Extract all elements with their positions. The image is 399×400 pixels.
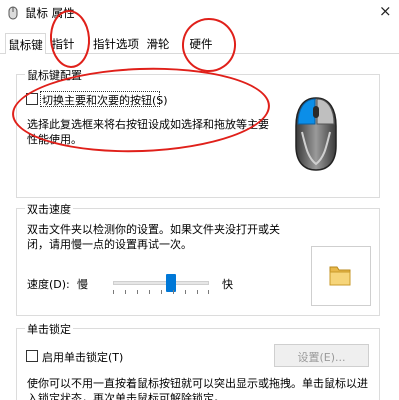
click-lock-checkbox[interactable]	[26, 350, 38, 362]
tab-wheel[interactable]: 滑轮	[143, 33, 173, 54]
double-click-description-1: 双击文件夹以检测你的设置。如果文件夹没打开或关	[27, 223, 280, 236]
click-lock-description-1: 使你可以不用一直按着鼠标按钮就可以突出显示或拖拽。单击鼠标以进	[27, 377, 368, 390]
click-lock-settings-button[interactable]: 设置(E)...	[274, 344, 369, 367]
click-lock-label[interactable]: 启用单击锁定(T)	[42, 349, 123, 365]
slider-tick	[197, 290, 198, 294]
slider-tick	[137, 290, 138, 294]
slider-tick	[125, 290, 126, 294]
mouse-illustration-icon	[294, 96, 338, 175]
speed-slider-track[interactable]	[113, 281, 209, 285]
slider-tick	[173, 290, 174, 294]
double-click-legend: 双击速度	[25, 201, 73, 217]
close-button[interactable]: ×	[379, 2, 392, 20]
click-lock-description-2: 入锁定状态，再次单击鼠标可解除锁定。	[27, 392, 225, 400]
tab-pointer-options[interactable]: 指针选项	[92, 33, 140, 54]
slider-tick	[208, 290, 209, 294]
folder-icon[interactable]	[326, 261, 354, 292]
app-mouse-icon	[6, 6, 20, 20]
slider-tick	[185, 290, 186, 294]
speed-slider-thumb[interactable]	[165, 274, 176, 292]
slider-tick	[113, 290, 114, 294]
click-lock-legend: 单击锁定	[25, 321, 73, 337]
speed-fast-label: 快	[222, 278, 233, 291]
speed-label: 速度(D):	[27, 278, 70, 291]
double-click-description-2: 闭，请用慢一点的设置再试一次。	[27, 238, 192, 251]
speed-slow-label: 慢	[77, 278, 88, 291]
tab-buttons[interactable]: 鼠标键	[5, 33, 46, 55]
test-folder-area[interactable]	[311, 246, 371, 306]
slider-tick	[161, 290, 162, 294]
slider-tick	[149, 290, 150, 294]
